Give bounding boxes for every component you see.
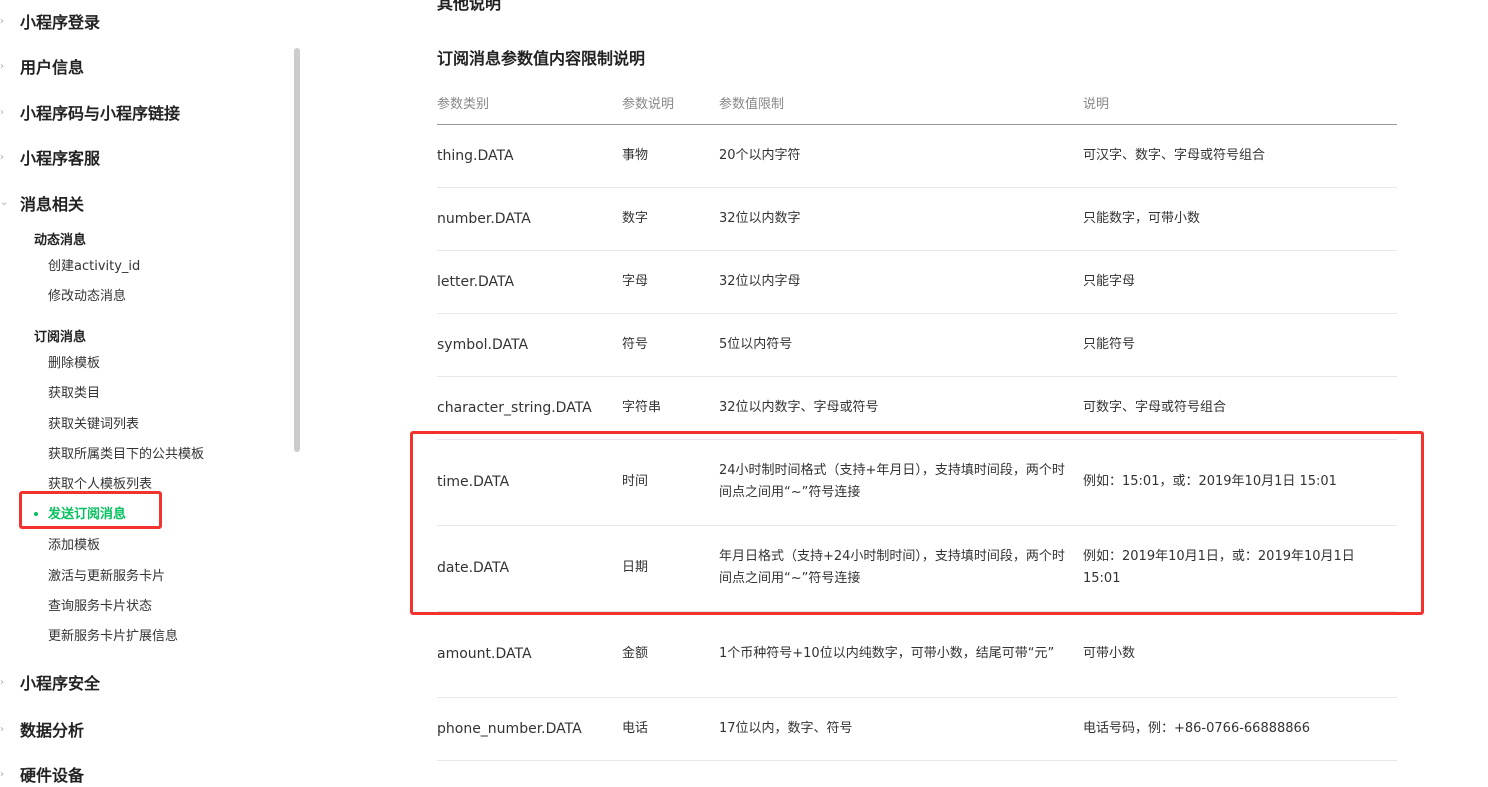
cell-type: phone_number.DATA (437, 697, 622, 761)
cell-note: 例如：2019年10月1日，或：2019年10月1日 15:01 (1083, 525, 1397, 612)
sidebar-item-get-category[interactable]: 获取类目 (48, 382, 100, 401)
cell-note: 例如：15:01，或：2019年10月1日 15:01 (1083, 439, 1397, 526)
cell-note: 电话号码，例：+86-0766-66888866 (1083, 697, 1397, 761)
chevron-right-icon[interactable]: › (0, 724, 4, 735)
cell-desc: 字符串 (622, 376, 719, 440)
active-dot-icon (34, 511, 38, 516)
cell-type: thing.DATA (437, 124, 622, 188)
cell-note: 可数字、字母或符号组合 (1083, 376, 1397, 440)
chevron-right-icon[interactable]: › (0, 769, 4, 780)
sidebar-section-hardware[interactable]: 硬件设备 (20, 762, 84, 786)
sidebar-section-userinfo[interactable]: 用户信息 (20, 54, 84, 78)
chevron-right-icon[interactable]: › (0, 107, 4, 118)
cell-limit: 24小时制时间格式（支持+年月日），支持填时间段，两个时间点之间用“~”符号连接 (719, 439, 1083, 526)
cell-desc: 时间 (622, 439, 719, 526)
sidebar-group-dynamic[interactable]: 动态消息 (34, 229, 86, 248)
cell-limit: 32位以内数字、字母或符号 (719, 376, 1083, 440)
sidebar-section-messages[interactable]: 消息相关 (20, 191, 84, 215)
cell-note: 只能符号 (1083, 313, 1397, 377)
cell-limit: 17位以内，数字、符号 (719, 697, 1083, 761)
sidebar-item-send-subscribe-active[interactable]: 发送订阅消息 (34, 503, 126, 522)
sidebar-section-security[interactable]: 小程序安全 (20, 670, 100, 694)
table-row: letter.DATA 字母 32位以内字母 只能字母 (437, 250, 1397, 314)
cell-type: letter.DATA (437, 250, 622, 314)
cell-limit: 1个币种符号+10位以内纯数字，可带小数，结尾可带“元” (719, 611, 1083, 698)
cell-desc: 电话 (622, 697, 719, 761)
chevron-right-icon[interactable]: › (0, 16, 4, 27)
sidebar-item-create-activity-id[interactable]: 创建activity_id (48, 255, 140, 274)
cell-type: time.DATA (437, 439, 622, 526)
cell-desc: 金额 (622, 611, 719, 698)
cell-type: amount.DATA (437, 611, 622, 698)
sidebar-item-update-card-ext[interactable]: 更新服务卡片扩展信息 (48, 625, 178, 644)
table-row: amount.DATA 金额 1个币种符号+10位以内纯数字，可带小数，结尾可带… (437, 611, 1397, 698)
cell-type: symbol.DATA (437, 313, 622, 377)
cell-type: date.DATA (437, 525, 622, 612)
cell-note: 只能字母 (1083, 250, 1397, 314)
sidebar-section-analytics[interactable]: 数据分析 (20, 717, 84, 741)
section-heading-cut: 其他说明 (437, 0, 502, 13)
table-row: character_string.DATA 字符串 32位以内数字、字母或符号 … (437, 376, 1397, 440)
sidebar-item-activate-service-card[interactable]: 激活与更新服务卡片 (48, 565, 165, 584)
chevron-right-icon[interactable]: › (0, 152, 4, 163)
table-header-limit: 参数值限制 (719, 81, 1083, 125)
sidebar-item-add-template[interactable]: 添加模板 (48, 534, 100, 553)
sidebar-item-modify-dynamic[interactable]: 修改动态消息 (48, 285, 126, 304)
cell-note: 可汉字、数字、字母或符号组合 (1083, 124, 1397, 188)
table-header-desc: 参数说明 (622, 81, 719, 125)
cell-limit: 年月日格式（支持+24小时制时间），支持填时间段，两个时间点之间用“~”符号连接 (719, 525, 1083, 612)
chevron-right-icon[interactable]: › (0, 677, 4, 688)
cell-desc: 日期 (622, 525, 719, 612)
sidebar: › 小程序登录 › 用户信息 › 小程序码与小程序链接 › 小程序客服 ⌄ 消息… (0, 0, 300, 787)
cell-note: 只能数字，可带小数 (1083, 187, 1397, 251)
cell-desc: 事物 (622, 124, 719, 188)
sidebar-item-get-public-templates[interactable]: 获取所属类目下的公共模板 (48, 443, 204, 462)
table-header-type: 参数类别 (437, 81, 622, 125)
sidebar-item-get-keywords[interactable]: 获取关键词列表 (48, 413, 139, 432)
sidebar-section-login[interactable]: 小程序登录 (20, 9, 100, 33)
chevron-right-icon[interactable]: › (0, 61, 4, 72)
table-row: thing.DATA 事物 20个以内字符 可汉字、数字、字母或符号组合 (437, 124, 1397, 188)
params-table: 参数类别 参数说明 参数值限制 说明 thing.DATA 事物 20个以内字符… (437, 81, 1397, 761)
sidebar-item-query-card-status[interactable]: 查询服务卡片状态 (48, 595, 152, 614)
cell-type: character_string.DATA (437, 376, 622, 440)
table-row: phone_number.DATA 电话 17位以内，数字、符号 电话号码，例：… (437, 697, 1397, 761)
cell-limit: 5位以内符号 (719, 313, 1083, 377)
table-row: number.DATA 数字 32位以内数字 只能数字，可带小数 (437, 187, 1397, 251)
table-header-note: 说明 (1083, 81, 1397, 125)
sidebar-section-qrcode[interactable]: 小程序码与小程序链接 (20, 100, 180, 124)
cell-desc: 字母 (622, 250, 719, 314)
chevron-down-icon[interactable]: ⌄ (0, 197, 8, 208)
cell-note: 可带小数 (1083, 611, 1397, 698)
table-row: time.DATA 时间 24小时制时间格式（支持+年月日），支持填时间段，两个… (437, 439, 1397, 526)
sidebar-section-customer-service[interactable]: 小程序客服 (20, 145, 100, 169)
cell-limit: 32位以内数字 (719, 187, 1083, 251)
cell-limit: 32位以内字母 (719, 250, 1083, 314)
sidebar-item-get-personal-templates[interactable]: 获取个人模板列表 (48, 473, 152, 492)
table-row: symbol.DATA 符号 5位以内符号 只能符号 (437, 313, 1397, 377)
sidebar-group-subscribe[interactable]: 订阅消息 (34, 326, 86, 345)
table-header-row: 参数类别 参数说明 参数值限制 说明 (437, 81, 1397, 125)
sidebar-item-delete-template[interactable]: 删除模板 (48, 352, 100, 371)
cell-desc: 符号 (622, 313, 719, 377)
cell-limit: 20个以内字符 (719, 124, 1083, 188)
section-title: 订阅消息参数值内容限制说明 (437, 49, 646, 68)
sidebar-scrollbar[interactable] (294, 48, 300, 452)
cell-desc: 数字 (622, 187, 719, 251)
table-row: date.DATA 日期 年月日格式（支持+24小时制时间），支持填时间段，两个… (437, 525, 1397, 612)
sidebar-item-label: 发送订阅消息 (48, 507, 127, 522)
cell-type: number.DATA (437, 187, 622, 251)
